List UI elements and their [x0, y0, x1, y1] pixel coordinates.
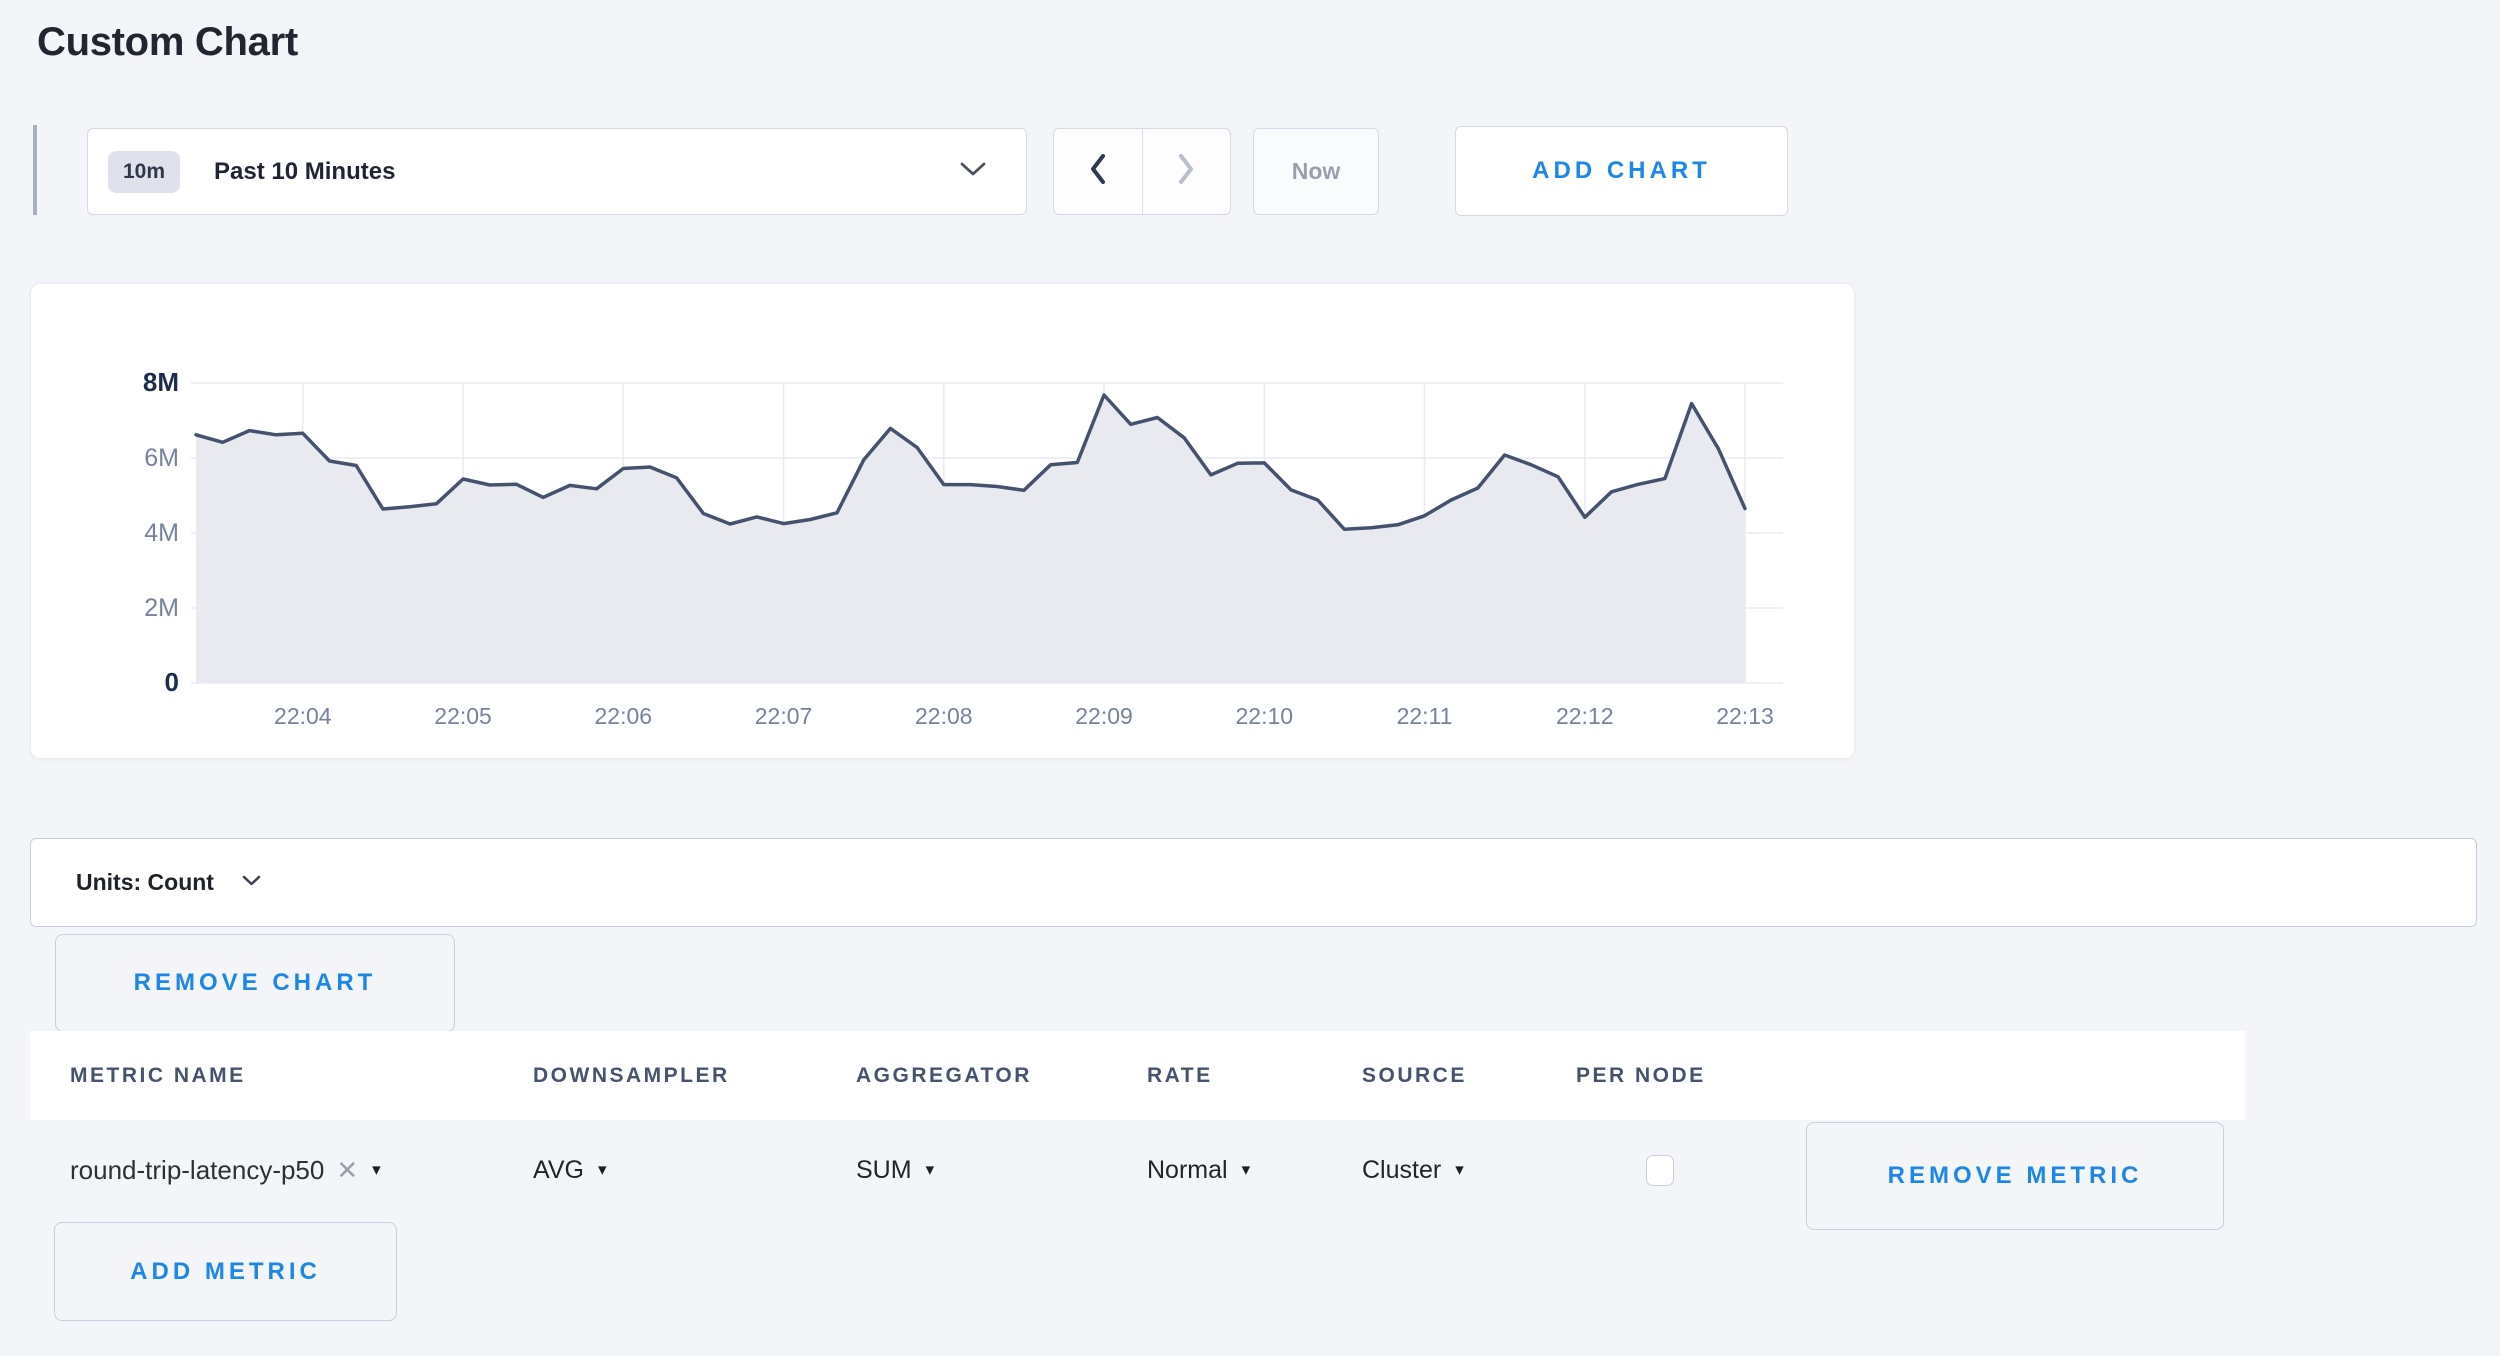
- chart-card: 0 2M 4M 6M 8M 22:04 22:05 22:06 22:07 22:08 22:09 2…: [30, 283, 1855, 759]
- aggregator-dropdown[interactable]: SUM ▾: [856, 1156, 1147, 1185]
- chevron-right-icon: [1176, 152, 1196, 191]
- next-time-button[interactable]: [1143, 129, 1231, 214]
- dropdown-caret-icon: ▾: [926, 1160, 935, 1180]
- chevron-down-icon: [242, 874, 261, 892]
- dropdown-caret-icon: ▾: [1455, 1160, 1464, 1180]
- column-header-rate: RATE: [1147, 1064, 1362, 1088]
- metric-name-value: round-trip-latency-p50: [70, 1155, 324, 1186]
- svg-text:2M: 2M: [144, 594, 179, 622]
- dropdown-caret-icon: ▾: [598, 1160, 607, 1180]
- toolbar-left-divider: [33, 125, 37, 215]
- time-range-badge: 10m: [108, 151, 180, 193]
- timeseries-chart: 0 2M 4M 6M 8M 22:04 22:05 22:06 22:07 22:08 22:09 2…: [31, 284, 1854, 758]
- add-metric-button[interactable]: ADD METRIC: [54, 1222, 397, 1321]
- time-range-label: Past 10 Minutes: [214, 158, 395, 186]
- clear-metric-icon[interactable]: ✕: [336, 1155, 358, 1186]
- prev-time-button[interactable]: [1054, 129, 1143, 214]
- column-header-downsampler: DOWNSAMPLER: [533, 1064, 856, 1088]
- svg-text:8M: 8M: [143, 367, 179, 397]
- rate-dropdown[interactable]: Normal ▾: [1147, 1156, 1362, 1185]
- svg-text:22:12: 22:12: [1556, 703, 1614, 729]
- rate-value: Normal: [1147, 1156, 1228, 1185]
- add-chart-button[interactable]: ADD CHART: [1455, 126, 1788, 216]
- svg-text:4M: 4M: [144, 519, 179, 547]
- remove-chart-button[interactable]: REMOVE CHART: [55, 934, 455, 1032]
- column-header-aggregator: AGGREGATOR: [856, 1064, 1147, 1088]
- svg-text:22:05: 22:05: [434, 703, 492, 729]
- aggregator-value: SUM: [856, 1156, 912, 1185]
- svg-text:22:11: 22:11: [1397, 703, 1453, 729]
- svg-text:22:09: 22:09: [1075, 703, 1133, 729]
- column-header-metric-name: METRIC NAME: [70, 1064, 533, 1088]
- remove-metric-button[interactable]: REMOVE METRIC: [1806, 1122, 2224, 1230]
- units-dropdown[interactable]: Units: Count: [30, 838, 2477, 927]
- svg-text:22:10: 22:10: [1235, 703, 1293, 729]
- svg-text:22:07: 22:07: [755, 703, 813, 729]
- metric-name-dropdown[interactable]: round-trip-latency-p50 ✕ ▾: [70, 1155, 533, 1186]
- svg-text:22:06: 22:06: [595, 703, 653, 729]
- chevron-left-icon: [1088, 152, 1108, 191]
- svg-text:22:04: 22:04: [274, 703, 332, 729]
- units-label: Units: Count: [76, 869, 214, 896]
- per-node-checkbox[interactable]: [1646, 1155, 1674, 1186]
- svg-text:22:08: 22:08: [915, 703, 973, 729]
- metrics-table-header: METRIC NAME DOWNSAMPLER AGGREGATOR RATE …: [30, 1031, 2245, 1120]
- page-title: Custom Chart: [37, 20, 298, 65]
- svg-text:6M: 6M: [144, 444, 179, 472]
- source-value: Cluster: [1362, 1156, 1441, 1185]
- dropdown-caret-icon: ▾: [372, 1160, 381, 1180]
- time-nav-group: [1053, 128, 1231, 215]
- column-header-per-node: PER NODE: [1576, 1064, 1996, 1088]
- source-dropdown[interactable]: Cluster ▾: [1362, 1156, 1576, 1185]
- column-header-source: SOURCE: [1362, 1064, 1576, 1088]
- dropdown-caret-icon: ▾: [1242, 1160, 1251, 1180]
- svg-text:0: 0: [165, 667, 179, 697]
- now-button[interactable]: Now: [1253, 128, 1379, 215]
- custom-chart-page: Custom Chart 10m Past 10 Minutes Now ADD…: [0, 0, 2500, 1356]
- chevron-down-icon: [960, 162, 986, 182]
- downsampler-value: AVG: [533, 1156, 584, 1185]
- time-range-dropdown[interactable]: 10m Past 10 Minutes: [87, 128, 1027, 215]
- downsampler-dropdown[interactable]: AVG ▾: [533, 1156, 856, 1185]
- svg-text:22:13: 22:13: [1716, 703, 1774, 729]
